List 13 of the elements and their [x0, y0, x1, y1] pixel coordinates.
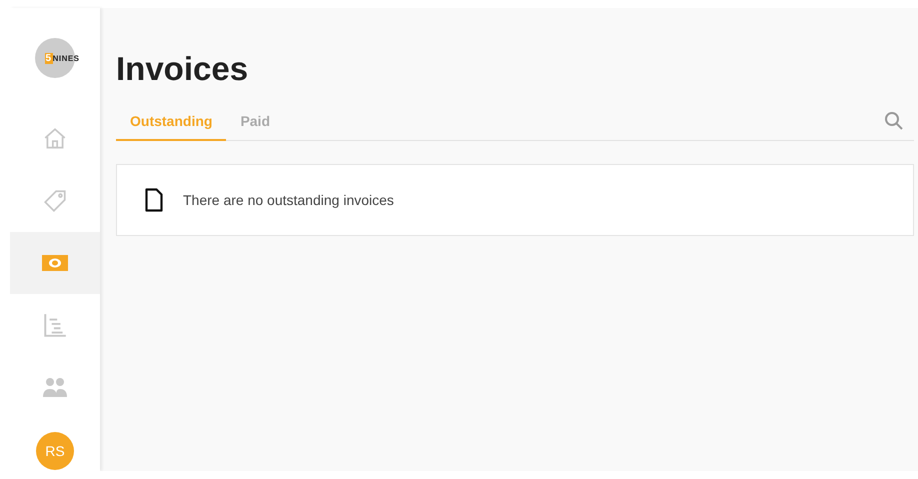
logo: 5 NINES	[10, 8, 100, 108]
banknote-icon	[41, 253, 69, 273]
document-icon	[145, 188, 163, 212]
bar-chart-icon	[42, 312, 68, 338]
tab[interactable]: Paid	[226, 102, 284, 141]
people-icon	[42, 376, 68, 398]
search-icon[interactable]	[884, 111, 904, 131]
empty-message: There are no outstanding invoices	[183, 192, 394, 208]
user-avatar[interactable]: RS	[36, 432, 74, 470]
tag-icon	[42, 188, 68, 214]
tab[interactable]: Outstanding	[116, 102, 226, 141]
page-title: Invoices	[116, 49, 248, 84]
nav-item[interactable]	[10, 232, 100, 294]
